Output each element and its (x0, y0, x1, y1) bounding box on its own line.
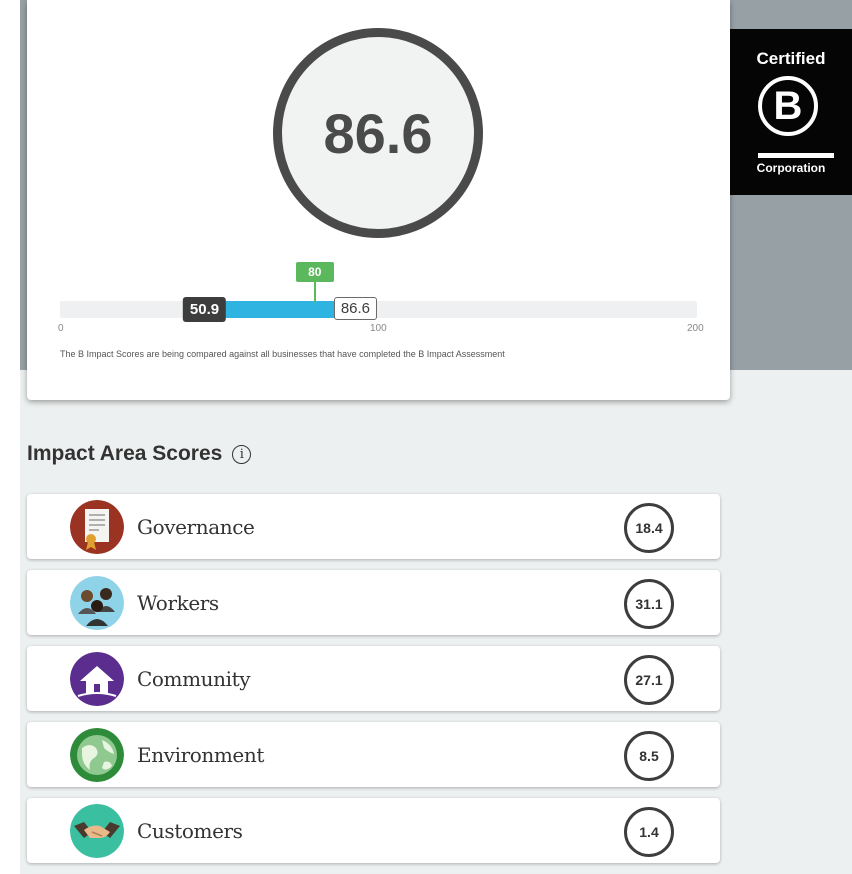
certified-b-corporation-logo: Certified B Corporation (730, 29, 852, 195)
logo-corporation-text: Corporation (756, 161, 826, 175)
impact-area-list: Governance 18.4 Workers 31.1 Community 2… (27, 494, 720, 874)
impact-area-name: Workers (137, 591, 219, 615)
impact-area-row-workers[interactable]: Workers 31.1 (27, 570, 720, 635)
impact-area-row-environment[interactable]: Environment 8.5 (27, 722, 720, 787)
overall-score-ring: 86.6 (273, 28, 483, 238)
impact-area-scores-heading: Impact Area Scores i (27, 442, 252, 466)
impact-area-row-customers[interactable]: Customers 1.4 (27, 798, 720, 863)
company-score-badge: 86.6 (333, 297, 378, 320)
impact-area-name: Governance (137, 515, 255, 539)
info-icon[interactable]: i (232, 444, 252, 464)
overall-score-card: 86.6 80 50.9 86.6 0 100 200 The B Impact… (27, 0, 730, 400)
left-edge (0, 0, 20, 874)
impact-area-score: 27.1 (624, 655, 674, 705)
impact-area-name: Customers (137, 819, 243, 843)
score-comparison-track (60, 301, 697, 318)
impact-area-score: 1.4 (624, 807, 674, 857)
logo-b-letter: B (773, 84, 803, 128)
impact-area-score: 8.5 (624, 731, 674, 781)
impact-area-row-community[interactable]: Community 27.1 (27, 646, 720, 711)
workers-people-icon (70, 576, 124, 630)
governance-certificate-icon (70, 500, 124, 554)
logo-b-circle-icon: B (758, 76, 818, 136)
logo-underline (758, 153, 834, 158)
overall-score-value: 86.6 (323, 101, 433, 165)
score-range-fill (222, 301, 336, 318)
axis-tick-min: 0 (58, 323, 64, 334)
impact-area-scores-title: Impact Area Scores (27, 442, 223, 465)
impact-area-score: 31.1 (624, 579, 674, 629)
axis-tick-mid: 100 (370, 323, 387, 334)
customers-handshake-icon (70, 804, 124, 858)
logo-certified-text: Certified (756, 49, 826, 68)
community-house-icon (70, 652, 124, 706)
axis-tick-max: 200 (687, 323, 704, 334)
impact-area-score: 18.4 (624, 503, 674, 553)
median-score-badge: 50.9 (182, 297, 227, 322)
environment-globe-icon (70, 728, 124, 782)
impact-area-row-governance[interactable]: Governance 18.4 (27, 494, 720, 559)
impact-area-name: Environment (137, 743, 264, 767)
benchmark-marker-line (313, 282, 316, 302)
impact-area-name: Community (137, 667, 251, 691)
benchmark-flag: 80 (295, 262, 334, 282)
comparison-footnote: The B Impact Scores are being compared a… (60, 349, 505, 359)
